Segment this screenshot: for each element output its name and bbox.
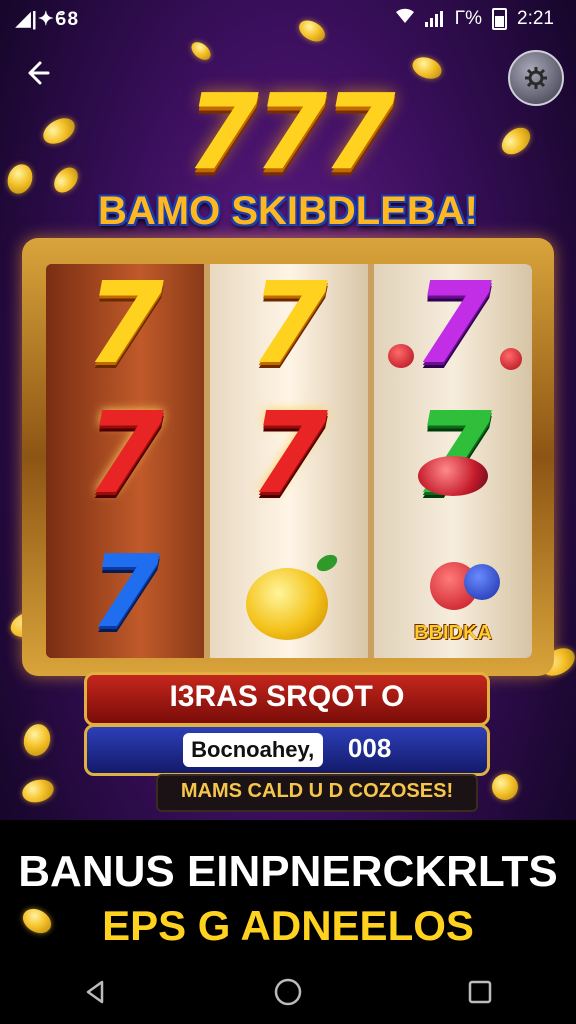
symbol-seven-red: 7 — [250, 389, 328, 519]
symbol-seven-yellow: 7 — [86, 264, 164, 389]
coin-decoration — [188, 38, 214, 64]
balance-value: 008 — [347, 733, 392, 763]
arrow-left-icon — [28, 61, 50, 85]
gear-icon — [525, 67, 547, 89]
coin-decoration — [38, 112, 80, 150]
info-banner: MAMS CALD U D COZOSES! — [156, 774, 478, 812]
plum-icon — [464, 564, 500, 600]
cherry-icon — [388, 344, 414, 368]
nav-recents-button[interactable] — [450, 967, 510, 1017]
title-777: 777 — [186, 71, 395, 193]
system-nav-bar — [0, 960, 576, 1024]
reels-window: 7 7 7 7 7 7 7 BBIDKA — [46, 264, 532, 658]
square-recents-icon — [468, 980, 492, 1004]
game-subtitle: BAMO SKIBDLEBA! — [98, 189, 478, 233]
coin-decoration — [492, 774, 518, 800]
promo-subhead: EPS G ADNEELOS — [102, 902, 474, 949]
status-bar: ◢|✦ϐ8 Γ% 2:21 — [0, 0, 576, 40]
reel-3: 7 7 BBIDKA — [374, 264, 532, 658]
red-banner: I3RAS SRQOT O — [84, 672, 490, 726]
fruit-cluster-icon — [418, 456, 488, 496]
balance-field: Bocnoahey, — [182, 733, 323, 767]
symbol-seven-red: 7 — [86, 389, 164, 519]
promo-headline: BANUS EINPNERCKRLTS — [18, 847, 558, 896]
signal-icon — [424, 11, 445, 27]
triangle-back-icon — [86, 980, 104, 1004]
coin-decoration — [19, 776, 57, 806]
slot-machine-frame: 7 7 7 7 7 7 7 BBIDKA — [22, 238, 554, 676]
status-left-text: ◢|✦ϐ8 — [16, 9, 80, 30]
status-right-icons: Γ% 2:21 — [395, 8, 554, 30]
symbol-seven-green: 7 — [414, 389, 492, 519]
nav-home-button[interactable] — [258, 967, 318, 1017]
settings-button[interactable] — [508, 50, 564, 106]
coin-decoration — [496, 122, 536, 160]
reel-1: 7 7 7 — [46, 264, 204, 658]
reel-bottom-label: BBIDKA — [414, 622, 492, 644]
battery-label: Γ% — [454, 8, 483, 29]
coin-decoration — [20, 721, 54, 759]
coin-decoration — [3, 160, 37, 198]
slot-game-screen: ◢|✦ϐ8 Γ% 2:21 777 BAMO SKIBDLEBA! 7 7 7 … — [0, 0, 576, 1024]
lemon-fruit-icon — [246, 568, 328, 640]
back-button[interactable] — [22, 58, 56, 92]
battery-icon — [492, 8, 508, 30]
clock: 2:21 — [517, 8, 554, 29]
wifi-icon — [395, 8, 415, 30]
symbol-seven-yellow: 7 — [250, 264, 328, 389]
circle-home-icon — [274, 978, 302, 1006]
nav-back-button[interactable] — [66, 967, 126, 1017]
symbol-seven-blue: 7 — [90, 533, 160, 650]
cherry-icon — [500, 348, 522, 370]
reel-2: 7 7 — [204, 264, 374, 658]
coin-decoration — [409, 53, 445, 83]
leaf-icon — [313, 551, 341, 575]
balance-label: Bocnoahey, — [191, 737, 315, 762]
blue-banner: Bocnoahey, 008 — [84, 724, 490, 776]
